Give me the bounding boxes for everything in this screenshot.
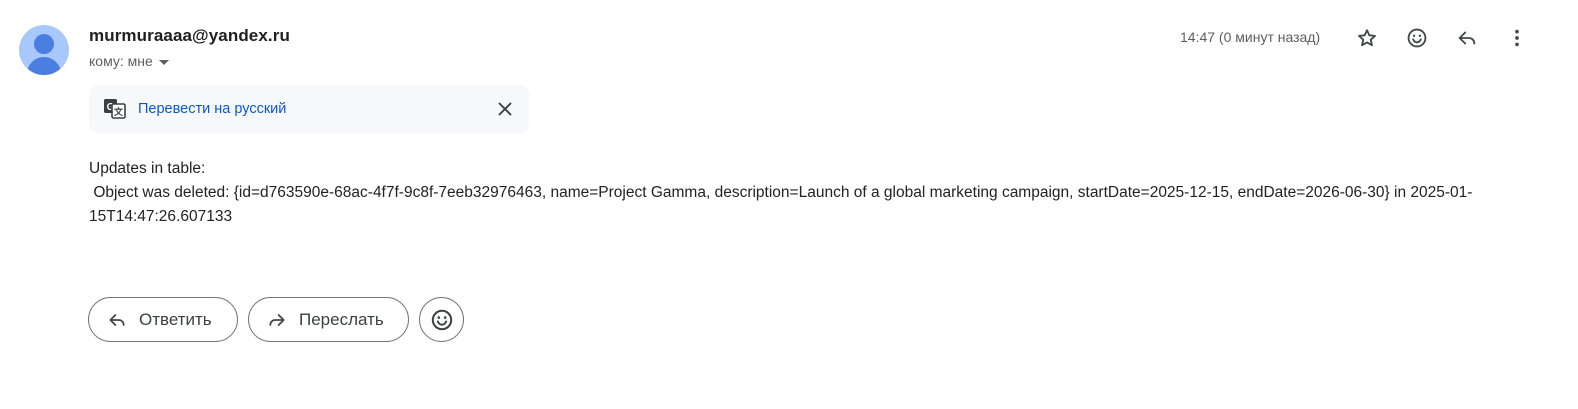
star-button[interactable] <box>1347 18 1387 58</box>
forward-label: Переслать <box>299 309 384 329</box>
reply-icon <box>109 313 125 326</box>
avatar-body <box>27 57 61 75</box>
reply-button[interactable] <box>1447 18 1487 58</box>
reply-pill-button[interactable]: Ответить <box>88 297 238 342</box>
translate-bar: G 文 Перевести на русский <box>89 85 529 133</box>
emoji-reaction-button[interactable] <box>1397 18 1437 58</box>
emoji-pill-button[interactable] <box>419 297 464 342</box>
message-line: Object was deleted: {id=d763590e-68ac-4f… <box>89 184 1473 225</box>
sender-email: murmuraaaa@yandex.ru <box>89 26 290 45</box>
close-icon <box>498 102 512 116</box>
message-body: Updates in table: Object was deleted: {i… <box>89 157 1519 229</box>
more-vert-icon <box>1515 29 1519 47</box>
recipients-toggle[interactable]: кому: мне <box>89 53 169 69</box>
forward-icon <box>269 313 285 326</box>
recipients-label: кому: мне <box>89 53 153 69</box>
message-actions <box>1347 18 1537 58</box>
more-options-button[interactable] <box>1497 18 1537 58</box>
sender-avatar[interactable] <box>19 25 69 75</box>
message-timestamp: 14:47 (0 минут назад) <box>1180 29 1321 45</box>
forward-pill-button[interactable]: Переслать <box>248 297 409 342</box>
message-line: Updates in table: <box>89 160 206 177</box>
reply-actions: Ответить Переслать <box>88 297 464 342</box>
caret-down-icon <box>158 59 169 65</box>
svg-text:文: 文 <box>113 106 124 117</box>
emoji-icon <box>431 309 452 330</box>
reply-label: Ответить <box>139 309 212 329</box>
emoji-icon <box>1407 28 1427 48</box>
star-icon <box>1358 29 1376 47</box>
reply-icon <box>1458 31 1476 45</box>
close-translate-button[interactable] <box>491 95 519 123</box>
translate-icon: G 文 <box>103 98 127 125</box>
avatar-head <box>34 34 54 54</box>
translate-link[interactable]: Перевести на русский <box>138 101 286 117</box>
